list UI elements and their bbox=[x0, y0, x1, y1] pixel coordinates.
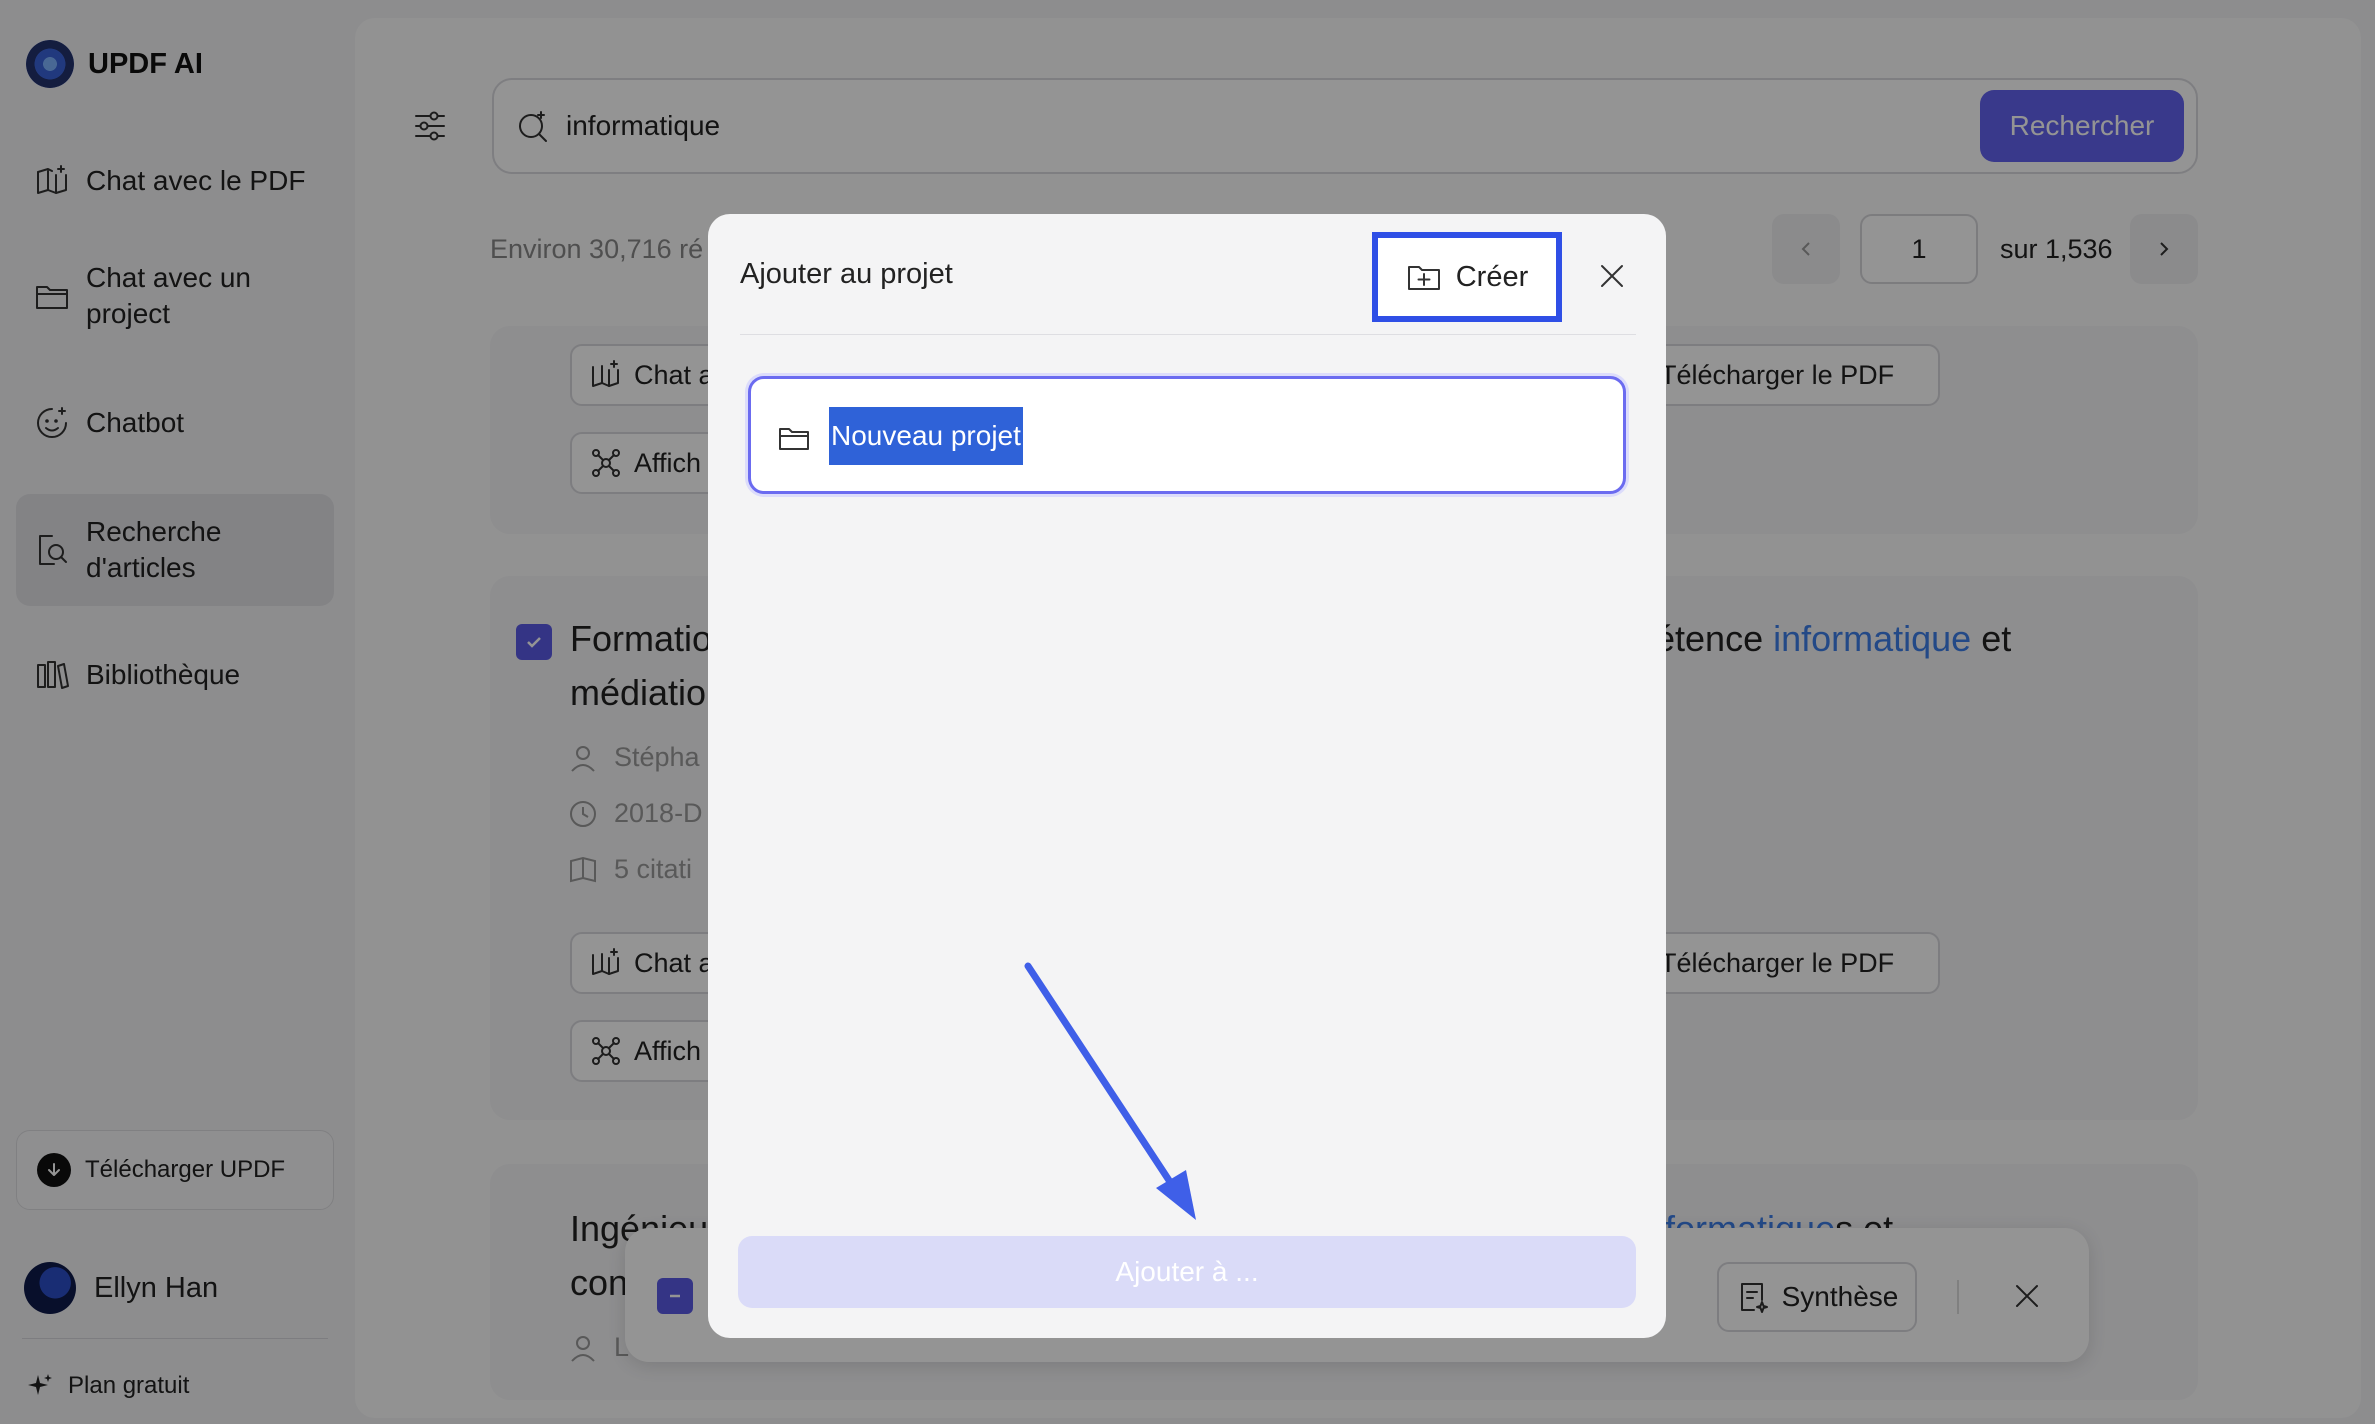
annotation-arrow-icon bbox=[1024, 962, 1196, 1220]
create-project-button[interactable]: Créer bbox=[1372, 232, 1562, 322]
project-name-value[interactable]: Nouveau projet bbox=[829, 407, 1023, 465]
create-label: Créer bbox=[1455, 260, 1529, 293]
close-icon bbox=[1601, 265, 1623, 287]
modal-title: Ajouter au projet bbox=[740, 258, 953, 290]
modal-divider bbox=[740, 334, 1636, 335]
modal-close-button[interactable] bbox=[1594, 258, 1630, 294]
project-name-input[interactable]: Nouveau projet bbox=[748, 376, 1626, 494]
folder-plus-icon bbox=[1406, 259, 1442, 295]
folder-icon bbox=[777, 421, 811, 455]
add-to-button[interactable]: Ajouter à ... bbox=[738, 1236, 1636, 1308]
